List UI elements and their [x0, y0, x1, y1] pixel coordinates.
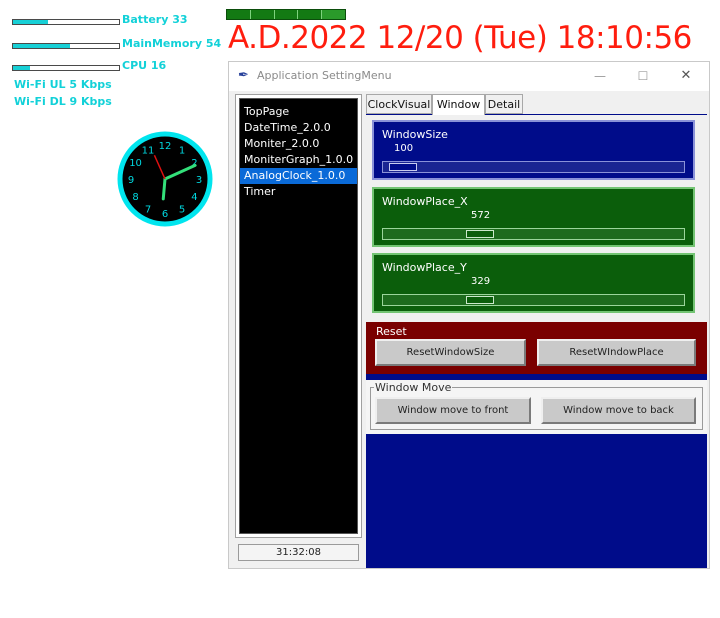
window-move-back-button[interactable]: Window move to back: [541, 397, 696, 424]
signal-bar-segment: [298, 10, 323, 19]
clock-number: 10: [129, 158, 142, 169]
window-move-frame: Window Move Window move to front Window …: [366, 380, 707, 434]
list-item-toppage[interactable]: TopPage: [240, 104, 357, 120]
clock-number: 7: [145, 204, 151, 215]
signal-bar-segment: [322, 10, 345, 19]
cpu-bar-fill: [13, 66, 30, 70]
window-size-label: WindowSize: [382, 128, 448, 141]
minimize-button[interactable]: —: [590, 67, 610, 85]
memory-bar-fill: [13, 44, 71, 48]
clock-number: 12: [159, 141, 172, 152]
settings-window: ✒ Application SettingMenu — ☐ ✕ TopPage …: [228, 61, 710, 569]
window-place-x-trough[interactable]: [382, 228, 685, 240]
clock-hour-hand: [161, 177, 167, 201]
clock-number: 1: [179, 146, 185, 157]
window-place-y-label: WindowPlace_Y: [382, 261, 467, 274]
window-place-y-slider[interactable]: [466, 296, 494, 304]
signal-bar-segment: [274, 10, 299, 19]
feather-icon: ✒: [238, 68, 249, 83]
window-move-label: Window Move: [374, 381, 453, 394]
signal-bars: [226, 9, 346, 20]
window-size-scale: WindowSize 100: [372, 120, 695, 180]
reset-window-size-button[interactable]: ResetWindowSize: [375, 339, 526, 366]
clock-number: 4: [191, 192, 197, 203]
window-place-x-label: WindowPlace_X: [382, 195, 468, 208]
signal-bar-segment: [227, 10, 251, 19]
close-button[interactable]: ✕: [676, 67, 696, 85]
battery-bar: [12, 19, 120, 25]
title-bar[interactable]: ✒ Application SettingMenu — ☐ ✕: [229, 62, 709, 91]
app-list[interactable]: TopPage DateTime_2.0.0 Moniter_2.0.0 Mon…: [239, 98, 358, 534]
tab-clockvisual[interactable]: ClockVisual: [366, 94, 432, 114]
tab-detail[interactable]: Detail: [485, 94, 523, 114]
window-size-value: 100: [394, 143, 414, 154]
list-item-analogclock[interactable]: AnalogClock_1.0.0: [240, 168, 357, 184]
analog-clock: 12 1234567891011: [117, 131, 213, 227]
reset-window-place-button[interactable]: ResetWIndowPlace: [537, 339, 696, 366]
timer-display: 31:32:08: [238, 544, 359, 561]
battery-bar-fill: [13, 20, 48, 24]
window-size-slider[interactable]: [389, 163, 417, 171]
wifi-upload-label: Wi-Fi UL 5 Kbps: [14, 78, 112, 91]
window-place-x-slider[interactable]: [466, 230, 494, 238]
window-place-y-value: 329: [471, 276, 491, 287]
reset-frame-label: Reset: [376, 325, 407, 338]
window-move-front-button[interactable]: Window move to front: [375, 397, 531, 424]
memory-bar: [12, 43, 120, 49]
clock-number: 11: [142, 146, 155, 157]
battery-label: Battery 33: [122, 13, 188, 26]
datetime-display: A.D.2022 12/20 (Tue) 18:10:56: [228, 20, 692, 56]
cpu-bar: [12, 65, 120, 71]
list-item-datetime[interactable]: DateTime_2.0.0: [240, 120, 357, 136]
list-item-monitergraph[interactable]: MoniterGraph_1.0.0: [240, 152, 357, 168]
window-place-y-scale: WindowPlace_Y 329: [372, 253, 695, 313]
clock-number: 6: [162, 209, 168, 220]
window-place-x-value: 572: [471, 210, 491, 221]
list-item-timer[interactable]: Timer: [240, 184, 357, 200]
tab-bar: ClockVisual Window Detail: [366, 94, 707, 115]
list-item-moniter[interactable]: Moniter_2.0.0: [240, 136, 357, 152]
clock-number: 9: [128, 175, 134, 186]
clock-number: 3: [196, 175, 202, 186]
window-tab-content: WindowSize 100 WindowPlace_X 572 WindowP…: [366, 115, 707, 339]
memory-label: MainMemory 54: [122, 37, 222, 50]
settings-pane: ClockVisual Window Detail WindowSize 100…: [366, 94, 707, 568]
tab-window[interactable]: Window: [432, 94, 485, 115]
wifi-download-label: Wi-Fi DL 9 Kbps: [14, 95, 112, 108]
window-size-trough[interactable]: [382, 161, 685, 173]
app-list-frame: TopPage DateTime_2.0.0 Moniter_2.0.0 Mon…: [235, 94, 362, 538]
window-title: Application SettingMenu: [257, 69, 392, 82]
window-place-y-trough[interactable]: [382, 294, 685, 306]
maximize-button[interactable]: ☐: [633, 67, 653, 85]
reset-frame: Reset ResetWindowSize ResetWIndowPlace: [366, 322, 707, 374]
clock-number: 5: [179, 204, 185, 215]
window-place-x-scale: WindowPlace_X 572: [372, 187, 695, 247]
clock-number: 8: [132, 192, 138, 203]
signal-bar-segment: [250, 10, 275, 19]
cpu-label: CPU 16: [122, 59, 167, 72]
